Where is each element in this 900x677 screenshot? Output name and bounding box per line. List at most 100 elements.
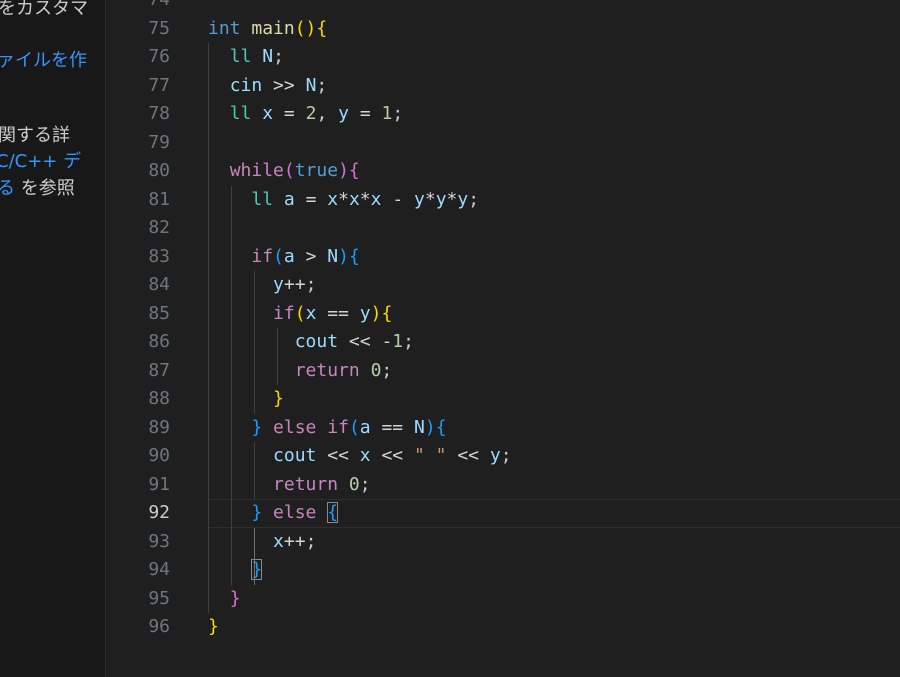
- punctuation: [403, 445, 414, 466]
- line-number: 93: [148, 530, 170, 552]
- number-literal: 1: [392, 331, 404, 352]
- code-editor[interactable]: 74 75 76 77 78 79 80 81 82 83 84 85 86 87 88 89 90 91 92 93…: [106, 0, 900, 677]
- bracket: ): [338, 245, 349, 267]
- punctuation: [208, 246, 251, 267]
- line-number: 94: [148, 559, 170, 580]
- code-line[interactable]: y++;: [208, 271, 316, 300]
- punctuation: [208, 445, 273, 466]
- code-line[interactable]: }: [208, 613, 219, 642]
- line-number: 75: [148, 17, 170, 39]
- punctuation: [349, 445, 360, 466]
- line-number: 86: [148, 331, 170, 352]
- operator: =: [283, 103, 295, 124]
- sidebar-link[interactable]: C/C++ デ: [0, 147, 81, 173]
- punctuation: [208, 531, 273, 552]
- type-name: ll: [251, 188, 274, 210]
- punctuation: [208, 160, 230, 181]
- punctuation: [262, 417, 273, 438]
- punctuation: [208, 388, 273, 409]
- operator: ==: [327, 302, 349, 324]
- sidebar-link[interactable]: ァイルを作: [0, 46, 87, 72]
- punctuation: [251, 103, 262, 124]
- bracket: }: [251, 416, 263, 438]
- line-number: 83: [148, 245, 170, 267]
- punctuation: [208, 417, 251, 438]
- bracket: (: [294, 302, 306, 324]
- identifier: N: [327, 245, 339, 267]
- punctuation: [208, 559, 251, 580]
- identifier: y: [414, 188, 425, 210]
- code-line[interactable]: } else if(a == N){: [208, 414, 447, 443]
- punctuation: ;: [305, 530, 317, 552]
- line-number: 87: [148, 359, 170, 381]
- punctuation: [262, 75, 273, 96]
- code-line[interactable]: }: [208, 585, 241, 614]
- line-number: 76: [148, 46, 170, 67]
- function-name: main: [251, 17, 295, 39]
- punctuation: [295, 246, 306, 267]
- line-number: 74: [106, 0, 170, 15]
- identifier: y: [273, 274, 284, 295]
- punctuation: [316, 303, 327, 324]
- punctuation: [338, 331, 349, 352]
- control-keyword: else: [273, 502, 317, 523]
- identifier: N: [414, 416, 425, 438]
- line-number: 81: [148, 188, 170, 210]
- line-number: 92: [148, 502, 170, 523]
- bracket: {: [435, 416, 447, 438]
- punctuation: [316, 246, 327, 267]
- code-line[interactable]: while(true){: [208, 157, 360, 186]
- punctuation: [349, 103, 360, 124]
- punctuation: [371, 445, 382, 466]
- identifier: cout: [273, 445, 317, 466]
- sidebar-link[interactable]: る: [0, 178, 15, 199]
- punctuation: [262, 502, 273, 523]
- punctuation: [316, 417, 327, 438]
- punctuation: [295, 75, 306, 96]
- bracket: (): [294, 17, 317, 39]
- code-line[interactable]: cout << -1;: [208, 328, 414, 357]
- code-line[interactable]: ll x = 2, y = 1;: [208, 100, 404, 129]
- punctuation: [273, 103, 284, 124]
- identifier: y: [489, 445, 501, 466]
- identifier: cin: [229, 74, 263, 96]
- indent-guide: [231, 185, 232, 585]
- punctuation: [316, 189, 327, 210]
- bracket: {: [381, 302, 393, 324]
- code-line[interactable]: x++;: [208, 528, 316, 557]
- code-line[interactable]: } else {: [208, 499, 339, 528]
- punctuation: [208, 360, 295, 381]
- indent-guide: [254, 271, 255, 414]
- code-line[interactable]: }: [208, 385, 284, 414]
- code-line[interactable]: return 0;: [208, 357, 393, 386]
- bracket: (: [283, 160, 295, 181]
- code-line[interactable]: cin >> N;: [208, 72, 328, 101]
- bracket: }: [273, 388, 284, 409]
- punctuation: [208, 331, 295, 352]
- punctuation: [403, 417, 414, 438]
- line-number: 78: [148, 103, 170, 124]
- bracket: {: [316, 17, 328, 39]
- code-line[interactable]: ll N;: [208, 43, 284, 72]
- punctuation: [208, 274, 273, 295]
- identifier: a: [283, 188, 295, 210]
- line-number: 91: [148, 473, 170, 495]
- control-keyword: if: [273, 302, 295, 324]
- code-line[interactable]: int main(){: [208, 15, 327, 44]
- indent-guide: [254, 527, 255, 585]
- operator: ++: [283, 530, 306, 552]
- punctuation: [316, 445, 327, 466]
- sidebar-text: を参照: [15, 178, 75, 199]
- number-literal: 0: [348, 473, 360, 495]
- punctuation: [295, 103, 306, 124]
- code-line[interactable]: return 0;: [208, 471, 371, 500]
- sidebar-text-line: る を参照: [0, 174, 75, 200]
- line-number: 89: [148, 416, 170, 438]
- code-line[interactable]: if(x == y){: [208, 300, 392, 329]
- bracket: }: [251, 502, 263, 523]
- punctuation: [208, 46, 230, 67]
- line-number: 80: [148, 160, 170, 181]
- identifier: x: [273, 530, 284, 552]
- code-line[interactable]: ll a = x*x*x - y*y*y;: [208, 186, 479, 215]
- bracket: }: [208, 616, 219, 637]
